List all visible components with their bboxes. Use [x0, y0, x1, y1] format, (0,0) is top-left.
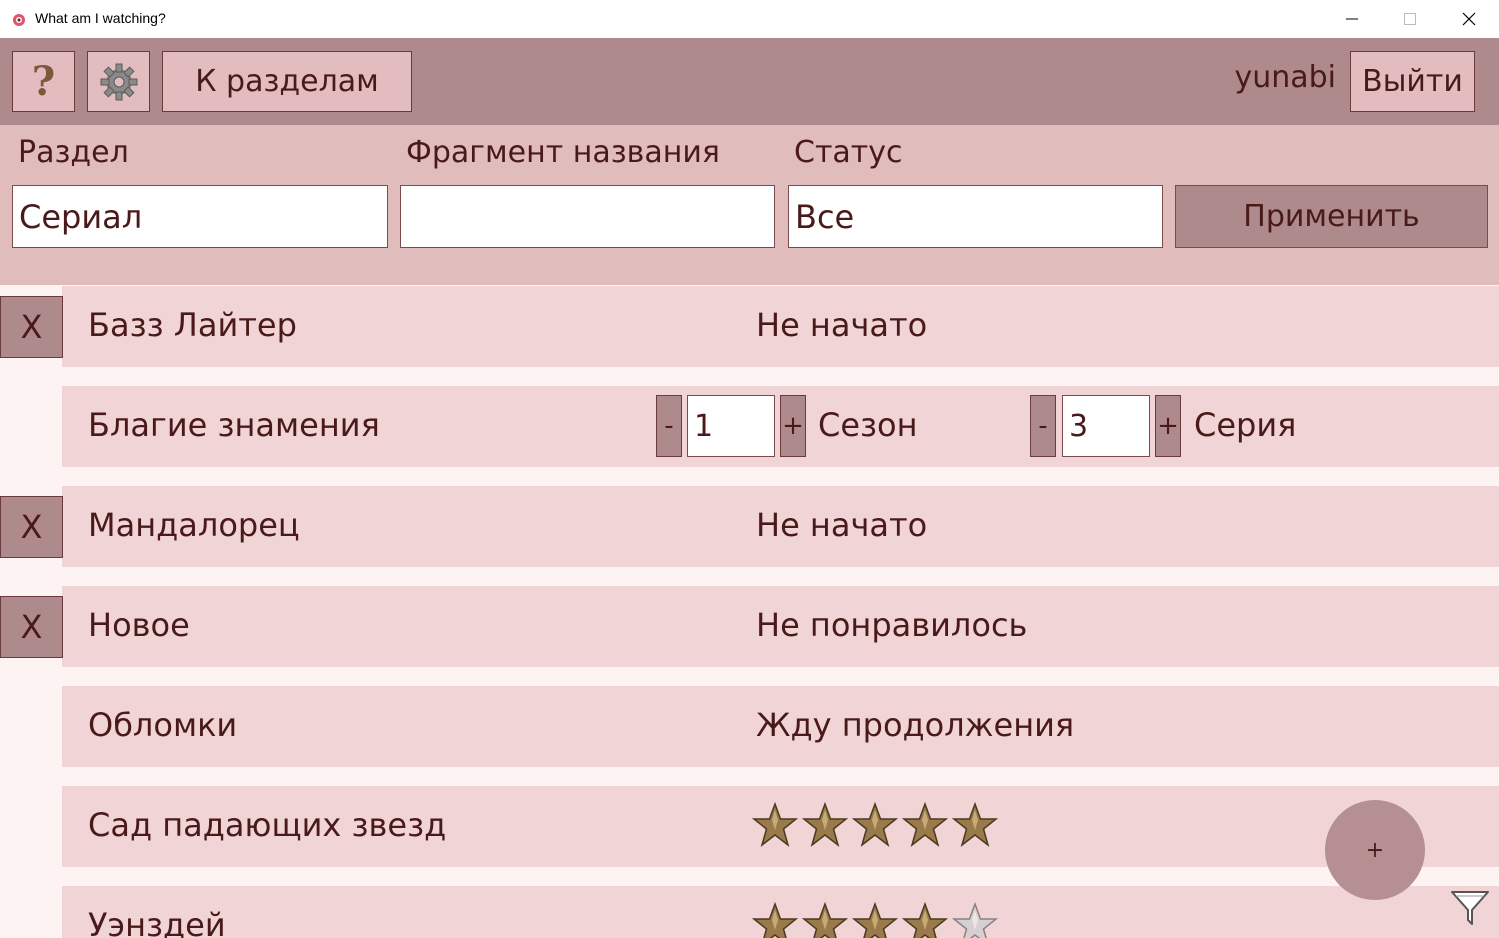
star-rating[interactable] — [752, 802, 998, 848]
list-item[interactable]: Благие знамения - 1 + Сезон - 3 + Серия — [62, 386, 1499, 467]
window-title: What am I watching? — [35, 10, 166, 26]
apply-button[interactable]: Применить — [1175, 185, 1488, 248]
item-title: Уэнздей — [88, 906, 226, 938]
item-title: Благие знамения — [88, 406, 380, 444]
star-filled-icon[interactable] — [802, 902, 848, 938]
logout-button[interactable]: Выйти — [1350, 51, 1475, 112]
item-status: Жду продолжения — [756, 706, 1075, 744]
item-title: Мандалорец — [88, 506, 300, 544]
delete-button[interactable]: X — [0, 496, 63, 558]
star-filled-icon[interactable] — [952, 802, 998, 848]
list-item[interactable]: Новое Не понравилось — [62, 586, 1499, 667]
sections-button[interactable]: К разделам — [162, 51, 412, 112]
section-label: Раздел — [18, 135, 129, 170]
close-window-button[interactable] — [1440, 0, 1498, 38]
item-title: Обломки — [88, 706, 238, 744]
name-fragment-input[interactable] — [400, 185, 775, 248]
episode-label: Серия — [1194, 406, 1297, 444]
title-bar: What am I watching? — [0, 0, 1499, 38]
star-filled-icon[interactable] — [852, 802, 898, 848]
episode-decrement-button[interactable]: - — [1030, 395, 1056, 457]
star-rating[interactable] — [752, 902, 998, 938]
item-title: Базз Лайтер — [88, 306, 297, 344]
help-button[interactable]: ? — [12, 51, 75, 112]
list-item[interactable]: Уэнздей — [62, 886, 1499, 938]
delete-button[interactable]: X — [0, 296, 63, 358]
star-filled-icon[interactable] — [902, 802, 948, 848]
name-fragment-label: Фрагмент названия — [406, 135, 720, 170]
star-filled-icon[interactable] — [852, 902, 898, 938]
item-title: Новое — [88, 606, 190, 644]
season-increment-button[interactable]: + — [780, 395, 806, 457]
item-status: Не начато — [756, 506, 928, 544]
status-label: Статус — [794, 135, 903, 170]
star-filled-icon[interactable] — [752, 802, 798, 848]
list-item[interactable]: Сад падающих звезд — [62, 786, 1499, 867]
item-status: Не понравилось — [756, 606, 1028, 644]
settings-button[interactable] — [87, 51, 150, 112]
season-input[interactable]: 1 — [687, 395, 775, 457]
gear-icon — [100, 63, 137, 100]
season-label: Сезон — [818, 406, 918, 444]
maximize-icon — [1404, 13, 1416, 25]
episode-increment-button[interactable]: + — [1155, 395, 1181, 457]
star-filled-icon[interactable] — [752, 902, 798, 938]
delete-button[interactable]: X — [0, 596, 63, 658]
toolbar: ? К разделам yunabi Выйти — [0, 38, 1499, 125]
logout-button-label: Выйти — [1362, 64, 1463, 99]
maximize-button[interactable] — [1381, 0, 1439, 38]
star-empty-icon[interactable] — [952, 902, 998, 938]
sections-button-label: К разделам — [195, 64, 379, 99]
item-status: Не начато — [756, 306, 928, 344]
list-item[interactable]: Обломки Жду продолжения — [62, 686, 1499, 767]
star-filled-icon[interactable] — [902, 902, 948, 938]
star-filled-icon[interactable] — [802, 802, 848, 848]
status-select[interactable]: Все — [788, 185, 1163, 248]
close-icon — [1462, 12, 1476, 26]
add-item-button[interactable]: + — [1325, 800, 1425, 900]
help-icon: ? — [31, 58, 56, 105]
filter-panel: Раздел Фрагмент названия Статус Сериал В… — [0, 125, 1499, 285]
filter-icon[interactable] — [1450, 890, 1490, 926]
minimize-icon — [1346, 18, 1358, 20]
season-decrement-button[interactable]: - — [656, 395, 682, 457]
username: yunabi — [1234, 60, 1336, 95]
list-item[interactable]: Мандалорец Не начато — [62, 486, 1499, 567]
section-select[interactable]: Сериал — [12, 185, 388, 248]
episode-input[interactable]: 3 — [1062, 395, 1150, 457]
item-title: Сад падающих звезд — [88, 806, 447, 844]
minimize-button[interactable] — [1323, 0, 1381, 38]
list-item[interactable]: Базз Лайтер Не начато — [62, 286, 1499, 367]
app-logo-icon — [13, 14, 25, 26]
